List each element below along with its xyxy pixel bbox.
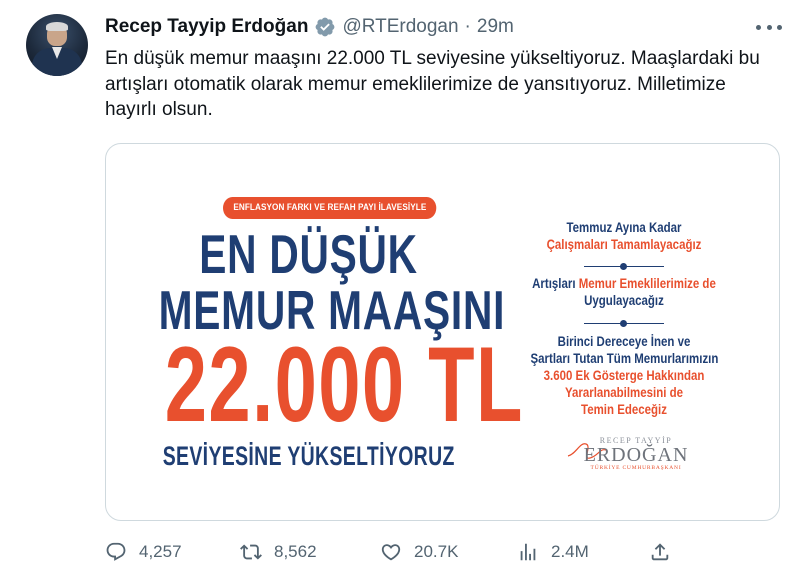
author-name[interactable]: Recep Tayyip Erdoğan bbox=[105, 16, 308, 38]
views-count: 2.4M bbox=[551, 542, 589, 561]
signature-brand: RECEP TAYYİP ERDOĞAN TÜRKİYE CUMHURBAŞKA… bbox=[576, 436, 696, 471]
point3-line3: 3.600 Ek Gösterge Hakkından bbox=[543, 368, 705, 383]
point3-line5: Temin Edeceğiz bbox=[581, 402, 667, 417]
tweet-media-image[interactable]: ENFLASYON FARKI VE REFAH PAYI İLAVESİYLE… bbox=[105, 143, 780, 521]
point2-line1-a: Artışları bbox=[532, 276, 579, 291]
point1-line1: Temmuz Ayına Kadar bbox=[566, 220, 682, 235]
retweet-icon bbox=[240, 544, 262, 560]
avatar-hair bbox=[46, 22, 68, 31]
separator-dot: · bbox=[464, 16, 471, 37]
signature-tiny: TÜRKİYE CUMHURBAŞKANI bbox=[590, 465, 682, 471]
more-dot bbox=[777, 24, 782, 30]
tweet-text: En düşük memur maaşını 22.000 TL seviyes… bbox=[105, 48, 760, 120]
verified-badge-icon[interactable] bbox=[314, 16, 336, 38]
media-subheadline: SEVİYESİNE YÜKSELTİYORUZ bbox=[162, 441, 455, 471]
media-pill: ENFLASYON FARKI VE REFAH PAYI İLAVESİYLE bbox=[223, 197, 437, 219]
point1-line2: Çalışmaları Tamamlayacağız bbox=[546, 237, 702, 252]
point3-line2: Şartları Tutan Tüm Memurlarımızın bbox=[530, 351, 719, 366]
reply-count: 4,257 bbox=[139, 542, 182, 561]
more-dot bbox=[756, 24, 761, 30]
retweet-count: 8,562 bbox=[274, 542, 317, 561]
separator-line bbox=[584, 320, 664, 327]
tweet[interactable]: Recep Tayyip Erdoğan @RTErdogan · 29m En… bbox=[0, 0, 804, 584]
point3-line4: Yararlanabilmesini de bbox=[564, 385, 683, 400]
reply-button[interactable]: 4,257 bbox=[105, 540, 182, 564]
separator-line bbox=[584, 263, 664, 270]
like-button[interactable]: 20.7K bbox=[380, 540, 458, 564]
more-options-icon[interactable] bbox=[756, 18, 782, 36]
point2-line2: Uygulayacağız bbox=[584, 293, 664, 308]
tweet-actions: 4,257 8,562 20.7K 2.4M bbox=[105, 540, 705, 564]
author-handle[interactable]: @RTErdogan bbox=[342, 16, 458, 38]
like-count: 20.7K bbox=[414, 542, 459, 561]
point2-line1-b: Memur Emeklilerimize de bbox=[578, 276, 716, 291]
avatar[interactable] bbox=[26, 14, 88, 76]
media-headline-1: EN DÜŞÜK bbox=[199, 223, 418, 285]
views-button[interactable]: 2.4M bbox=[517, 540, 589, 564]
retweet-button[interactable]: 8,562 bbox=[240, 540, 317, 564]
point2-line1: Artışları Memur Emeklilerimize de bbox=[531, 276, 718, 293]
share-icon bbox=[651, 543, 669, 561]
tweet-header: Recep Tayyip Erdoğan @RTErdogan · 29m bbox=[105, 14, 514, 40]
like-icon bbox=[381, 544, 401, 561]
signature-big: ERDOĞAN bbox=[583, 444, 689, 466]
more-dot bbox=[766, 24, 772, 30]
views-icon bbox=[520, 543, 536, 561]
point3-line1: Birinci Dereceye İnen ve bbox=[557, 334, 691, 349]
media-amount: 22.000 TL bbox=[164, 324, 524, 444]
tweet-timestamp[interactable]: 29m bbox=[477, 16, 514, 38]
reply-icon bbox=[106, 542, 126, 561]
share-button[interactable] bbox=[649, 540, 671, 564]
